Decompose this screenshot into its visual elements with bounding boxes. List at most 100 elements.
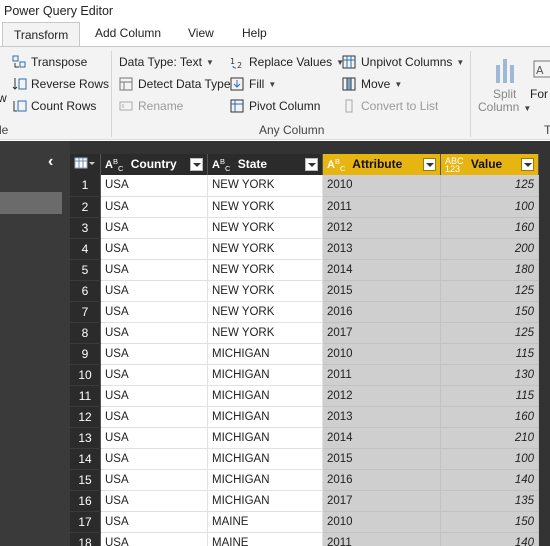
convert-to-list-button[interactable]: Convert to List bbox=[342, 97, 438, 115]
row-number[interactable]: 5 bbox=[70, 259, 101, 281]
cell-attribute[interactable]: 2011 bbox=[322, 532, 441, 546]
table-row[interactable]: 1 USA NEW YORK 2010 125 bbox=[70, 175, 539, 197]
table-row[interactable]: 18 USA MAINE 2011 140 bbox=[70, 532, 539, 546]
table-row[interactable]: 16 USA MICHIGAN 2017 135 bbox=[70, 490, 539, 512]
table-row[interactable]: 3 USA NEW YORK 2012 160 bbox=[70, 217, 539, 239]
cell-value[interactable]: 140 bbox=[440, 532, 539, 546]
tab-add-column[interactable]: Add Column bbox=[95, 26, 161, 40]
cell-value[interactable]: 140 bbox=[440, 469, 539, 491]
cell-value[interactable]: 125 bbox=[440, 322, 539, 344]
reverse-rows-button[interactable]: Reverse Rows bbox=[12, 75, 109, 93]
count-rows-button[interactable]: Count Rows bbox=[12, 97, 96, 115]
cell-state[interactable]: MICHIGAN bbox=[207, 364, 323, 386]
row-number[interactable]: 7 bbox=[70, 301, 101, 323]
filter-dropdown-icon[interactable] bbox=[305, 158, 318, 171]
filter-dropdown-icon[interactable] bbox=[521, 158, 534, 171]
table-row[interactable]: 10 USA MICHIGAN 2011 130 bbox=[70, 364, 539, 386]
cell-value[interactable]: 115 bbox=[440, 343, 539, 365]
cell-attribute[interactable]: 2012 bbox=[322, 385, 441, 407]
row-number[interactable]: 16 bbox=[70, 490, 101, 512]
cell-state[interactable]: MICHIGAN bbox=[207, 448, 323, 470]
row-number[interactable]: 11 bbox=[70, 385, 101, 407]
column-header-value[interactable]: ABC 123 Value bbox=[440, 154, 539, 175]
cell-attribute[interactable]: 2013 bbox=[322, 406, 441, 428]
row-number[interactable]: 3 bbox=[70, 217, 101, 239]
any-type-icon[interactable]: ABC 123 bbox=[445, 156, 464, 173]
row-number[interactable]: 13 bbox=[70, 427, 101, 449]
collapse-pane-chevron-icon[interactable]: ‹ bbox=[48, 153, 53, 171]
cell-attribute[interactable]: 2012 bbox=[322, 217, 441, 239]
format-button[interactable]: A For bbox=[530, 55, 550, 117]
cell-value[interactable]: 160 bbox=[440, 406, 539, 428]
cell-value[interactable]: 210 bbox=[440, 427, 539, 449]
cell-value[interactable]: 100 bbox=[440, 448, 539, 470]
cell-country[interactable]: USA bbox=[100, 406, 208, 428]
cell-value[interactable]: 200 bbox=[440, 238, 539, 260]
cell-state[interactable]: NEW YORK bbox=[207, 175, 323, 197]
cell-country[interactable]: USA bbox=[100, 196, 208, 218]
table-row[interactable]: 14 USA MICHIGAN 2015 100 bbox=[70, 448, 539, 470]
cell-country[interactable]: USA bbox=[100, 217, 208, 239]
cell-country[interactable]: USA bbox=[100, 511, 208, 533]
cell-state[interactable]: NEW YORK bbox=[207, 238, 323, 260]
split-column-button[interactable]: Split Column ▼ bbox=[478, 55, 531, 117]
cell-attribute[interactable]: 2015 bbox=[322, 280, 441, 302]
tab-help[interactable]: Help bbox=[242, 26, 267, 40]
row-number[interactable]: 2 bbox=[70, 196, 101, 218]
cell-country[interactable]: USA bbox=[100, 301, 208, 323]
cell-country[interactable]: USA bbox=[100, 238, 208, 260]
cell-value[interactable]: 125 bbox=[440, 280, 539, 302]
cell-country[interactable]: USA bbox=[100, 280, 208, 302]
tab-transform[interactable]: Transform bbox=[2, 22, 81, 48]
cell-state[interactable]: NEW YORK bbox=[207, 259, 323, 281]
cell-country[interactable]: USA bbox=[100, 490, 208, 512]
pivot-column-button[interactable]: Pivot Column bbox=[230, 97, 320, 115]
cell-value[interactable]: 125 bbox=[440, 175, 539, 197]
cell-attribute[interactable]: 2014 bbox=[322, 259, 441, 281]
cell-country[interactable]: USA bbox=[100, 448, 208, 470]
table-row[interactable]: 7 USA NEW YORK 2016 150 bbox=[70, 301, 539, 323]
table-row[interactable]: 2 USA NEW YORK 2011 100 bbox=[70, 196, 539, 218]
cell-state[interactable]: MICHIGAN bbox=[207, 385, 323, 407]
row-number[interactable]: 9 bbox=[70, 343, 101, 365]
cell-country[interactable]: USA bbox=[100, 532, 208, 546]
row-number[interactable]: 17 bbox=[70, 511, 101, 533]
cell-attribute[interactable]: 2010 bbox=[322, 511, 441, 533]
filter-dropdown-icon[interactable] bbox=[423, 158, 436, 171]
transpose-button[interactable]: Transpose bbox=[12, 53, 87, 71]
cell-value[interactable]: 180 bbox=[440, 259, 539, 281]
column-header-country[interactable]: ABC Country bbox=[100, 154, 208, 175]
cell-country[interactable]: USA bbox=[100, 322, 208, 344]
cell-state[interactable]: MAINE bbox=[207, 532, 323, 546]
replace-values-button[interactable]: 12 Replace Values ▼ bbox=[230, 53, 344, 71]
cell-value[interactable]: 135 bbox=[440, 490, 539, 512]
unpivot-columns-dropdown[interactable]: Unpivot Columns ▼ bbox=[342, 53, 464, 71]
cell-value[interactable]: 160 bbox=[440, 217, 539, 239]
selected-query-item[interactable] bbox=[0, 192, 62, 214]
cell-state[interactable]: MAINE bbox=[207, 511, 323, 533]
table-row[interactable]: 17 USA MAINE 2010 150 bbox=[70, 511, 539, 533]
cell-state[interactable]: MICHIGAN bbox=[207, 343, 323, 365]
cell-country[interactable]: USA bbox=[100, 469, 208, 491]
row-number[interactable]: 10 bbox=[70, 364, 101, 386]
table-row[interactable]: 11 USA MICHIGAN 2012 115 bbox=[70, 385, 539, 407]
cell-value[interactable]: 150 bbox=[440, 301, 539, 323]
cell-state[interactable]: MICHIGAN bbox=[207, 427, 323, 449]
cell-value[interactable]: 100 bbox=[440, 196, 539, 218]
cell-attribute[interactable]: 2010 bbox=[322, 343, 441, 365]
row-number[interactable]: 15 bbox=[70, 469, 101, 491]
text-type-icon[interactable]: ABC bbox=[327, 157, 345, 173]
row-number[interactable]: 14 bbox=[70, 448, 101, 470]
cell-attribute[interactable]: 2010 bbox=[322, 175, 441, 197]
column-header-state[interactable]: ABC State bbox=[207, 154, 323, 175]
cell-country[interactable]: USA bbox=[100, 385, 208, 407]
cell-attribute[interactable]: 2017 bbox=[322, 490, 441, 512]
cell-value[interactable]: 130 bbox=[440, 364, 539, 386]
table-row[interactable]: 8 USA NEW YORK 2017 125 bbox=[70, 322, 539, 344]
table-row[interactable]: 13 USA MICHIGAN 2014 210 bbox=[70, 427, 539, 449]
tab-view[interactable]: View bbox=[188, 26, 214, 40]
fill-dropdown[interactable]: Fill ▼ bbox=[230, 75, 276, 93]
table-menu-button[interactable] bbox=[70, 154, 101, 175]
row-number[interactable]: 12 bbox=[70, 406, 101, 428]
cell-state[interactable]: NEW YORK bbox=[207, 217, 323, 239]
